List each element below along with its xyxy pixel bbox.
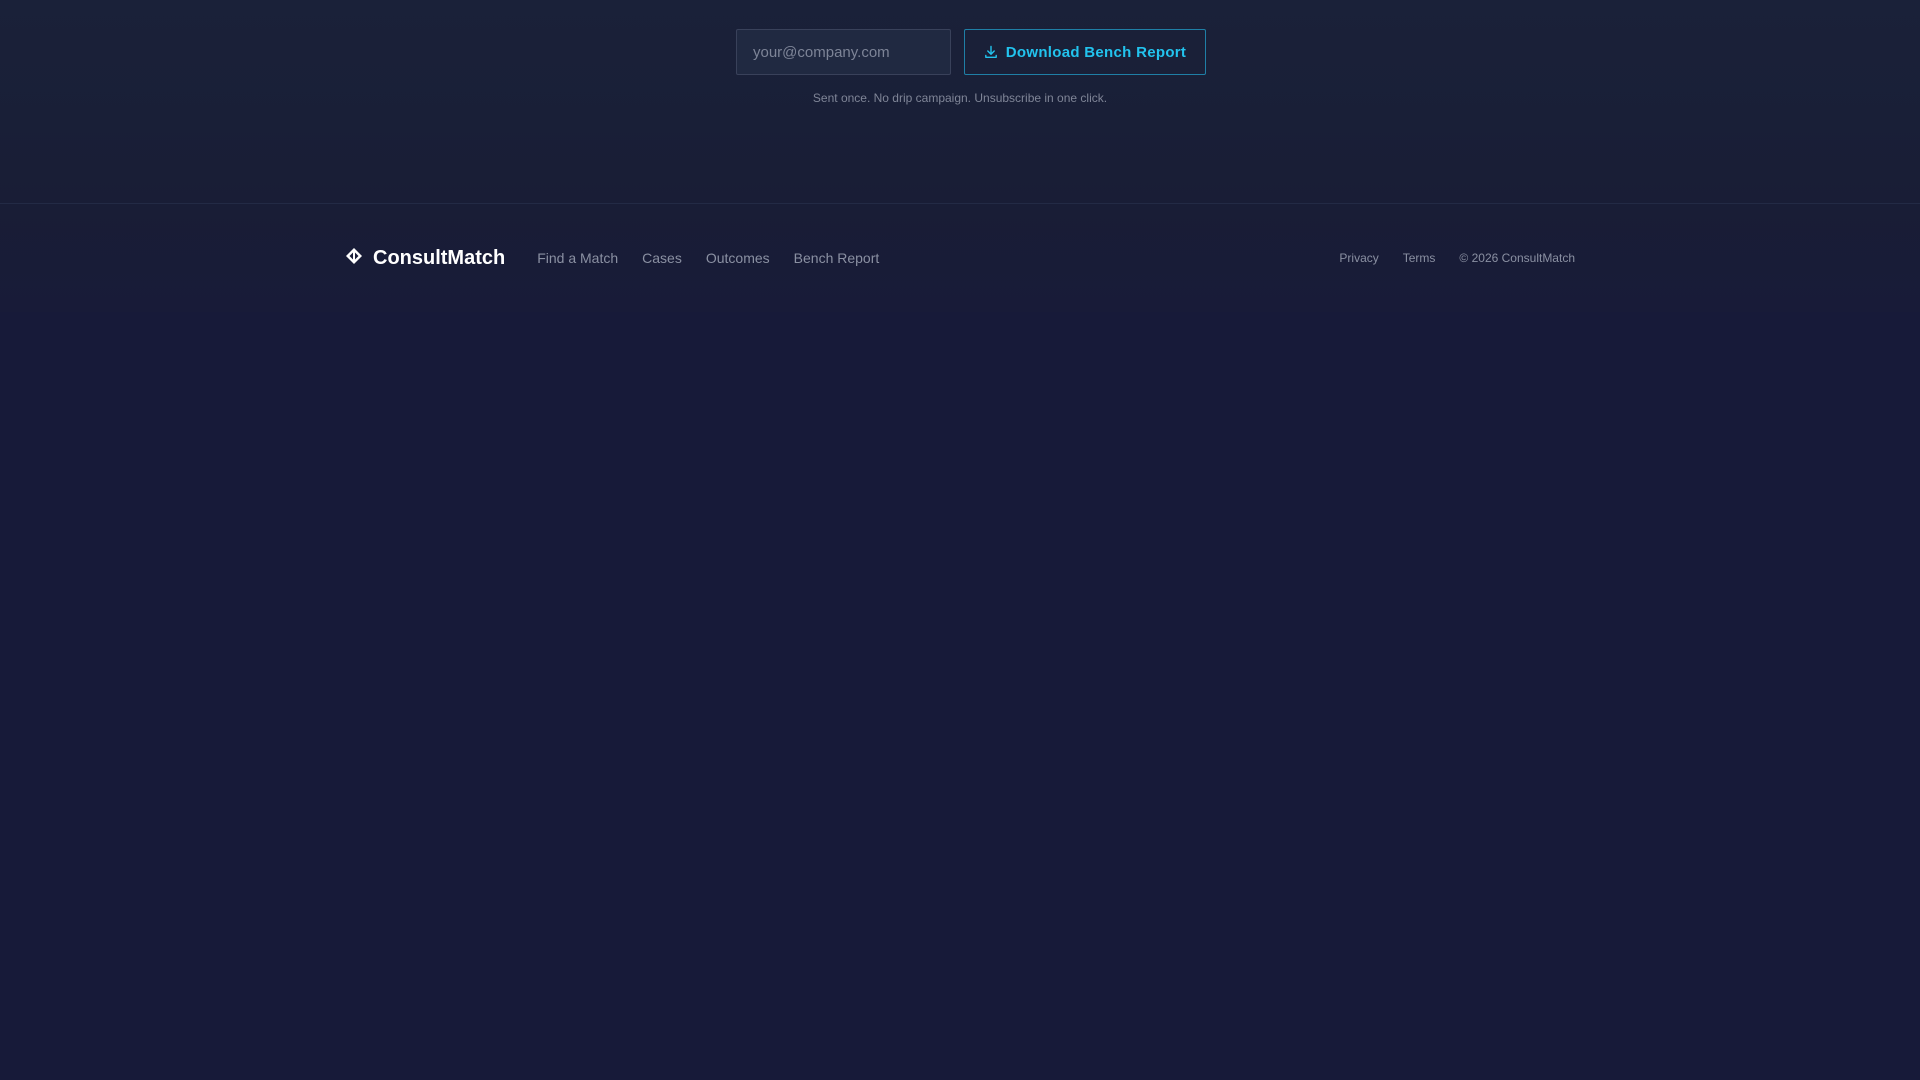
page: Download Bench Report Sent once. No drip… (0, 0, 1920, 1080)
footer-link-cases[interactable]: Cases (642, 250, 682, 266)
footer-brand[interactable]: ConsultMatch (345, 247, 505, 270)
footer-left: ConsultMatch Find a Match Cases Outcomes… (345, 247, 879, 270)
email-input[interactable] (736, 29, 951, 75)
copyright-text: © 2026 ConsultMatch (1459, 251, 1575, 265)
signup-form: Download Bench Report (736, 29, 1206, 75)
site-footer: ConsultMatch Find a Match Cases Outcomes… (0, 204, 1920, 312)
download-button-label: Download Bench Report (1005, 43, 1187, 61)
footer-link-outcomes[interactable]: Outcomes (706, 250, 770, 266)
brand-name: ConsultMatch (373, 246, 506, 269)
privacy-link[interactable]: Privacy (1339, 251, 1378, 265)
footer-right: Privacy Terms © 2026 ConsultMatch (1339, 251, 1575, 265)
terms-link[interactable]: Terms (1403, 251, 1436, 265)
footer-inner: ConsultMatch Find a Match Cases Outcomes… (345, 204, 1575, 312)
download-bench-report-button[interactable]: Download Bench Report (964, 29, 1206, 75)
footer-link-find-a-match[interactable]: Find a Match (537, 250, 618, 266)
signup-section: Download Bench Report Sent once. No drip… (0, 0, 1920, 204)
footer-link-bench-report[interactable]: Bench Report (794, 250, 880, 266)
download-icon (984, 45, 998, 59)
signup-fine-print: Sent once. No drip campaign. Unsubscribe… (812, 91, 1108, 105)
diamond-arrows-icon (345, 247, 363, 270)
footer-nav: Find a Match Cases Outcomes Bench Report (537, 250, 879, 266)
